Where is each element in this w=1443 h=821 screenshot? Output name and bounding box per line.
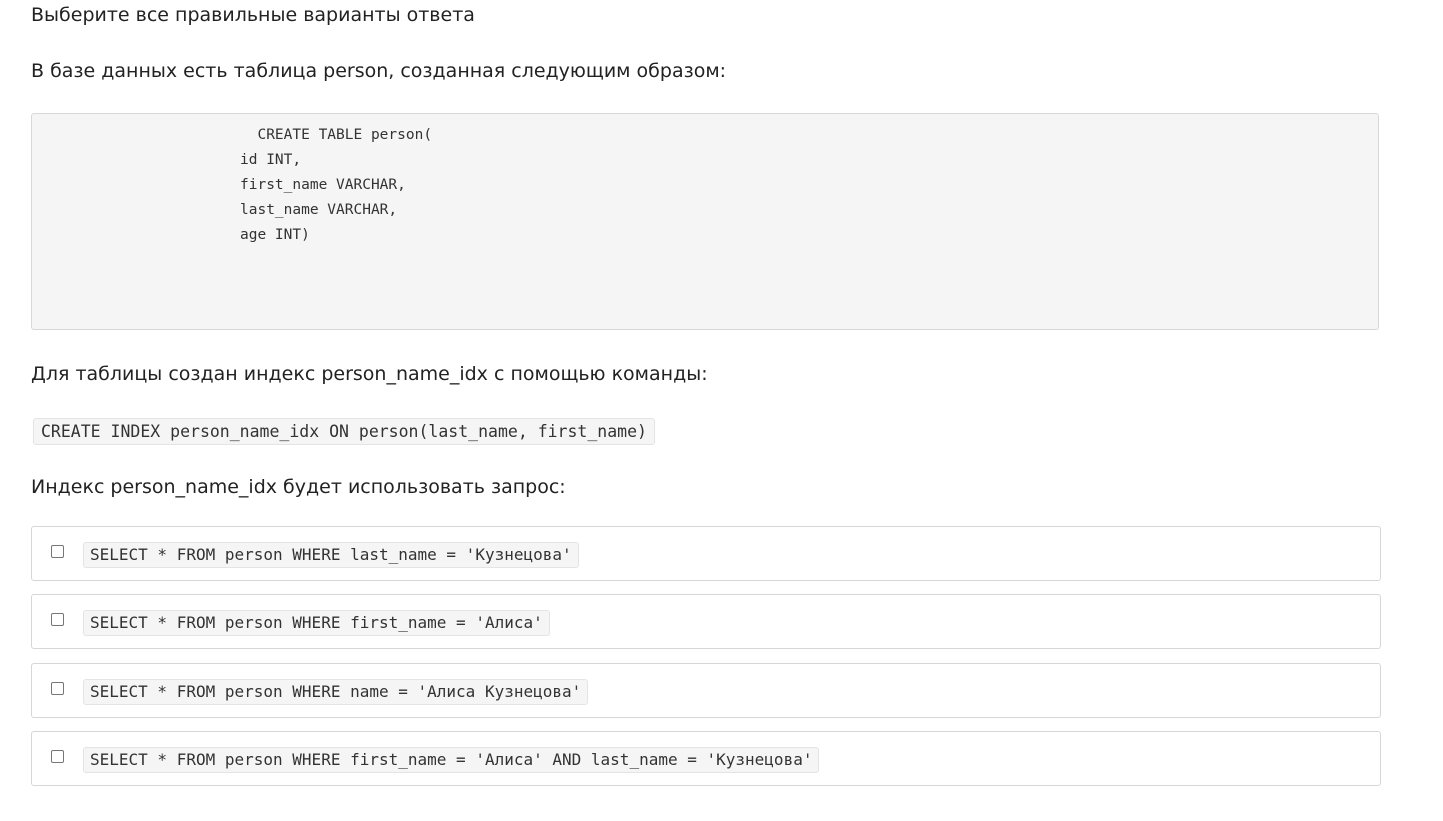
create-table-code-block: CREATE TABLE person( id INT, first_name … <box>31 113 1379 330</box>
answer-option-4[interactable]: SELECT * FROM person WHERE first_name = … <box>31 731 1381 786</box>
option-label: SELECT * FROM person WHERE name = 'Алиса… <box>83 679 589 705</box>
option-checkbox[interactable] <box>51 682 64 695</box>
question-text: Индекс person_name_idx будет использоват… <box>31 476 566 498</box>
index-command-code: CREATE INDEX person_name_idx ON person(l… <box>33 418 655 445</box>
index-intro-text: Для таблицы создан индекс person_name_id… <box>31 363 708 385</box>
code-line: age INT) <box>240 227 310 243</box>
intro-text: В базе данных есть таблица person, созда… <box>31 60 727 82</box>
answer-option-2[interactable]: SELECT * FROM person WHERE first_name = … <box>31 594 1381 649</box>
answer-option-3[interactable]: SELECT * FROM person WHERE name = 'Алиса… <box>31 663 1381 718</box>
option-checkbox[interactable] <box>51 613 64 626</box>
option-checkbox[interactable] <box>51 545 64 558</box>
instruction-text: Выберите все правильные варианты ответа <box>31 4 475 26</box>
option-checkbox[interactable] <box>51 750 64 763</box>
option-label: SELECT * FROM person WHERE first_name = … <box>83 610 550 636</box>
code-line: last_name VARCHAR, <box>240 202 398 218</box>
option-label: SELECT * FROM person WHERE last_name = '… <box>83 542 579 568</box>
code-line: CREATE TABLE person( <box>240 127 433 143</box>
answer-option-1[interactable]: SELECT * FROM person WHERE last_name = '… <box>31 526 1381 581</box>
code-line: id INT, <box>240 152 302 168</box>
code-line: first_name VARCHAR, <box>240 177 406 193</box>
option-label: SELECT * FROM person WHERE first_name = … <box>83 747 820 773</box>
